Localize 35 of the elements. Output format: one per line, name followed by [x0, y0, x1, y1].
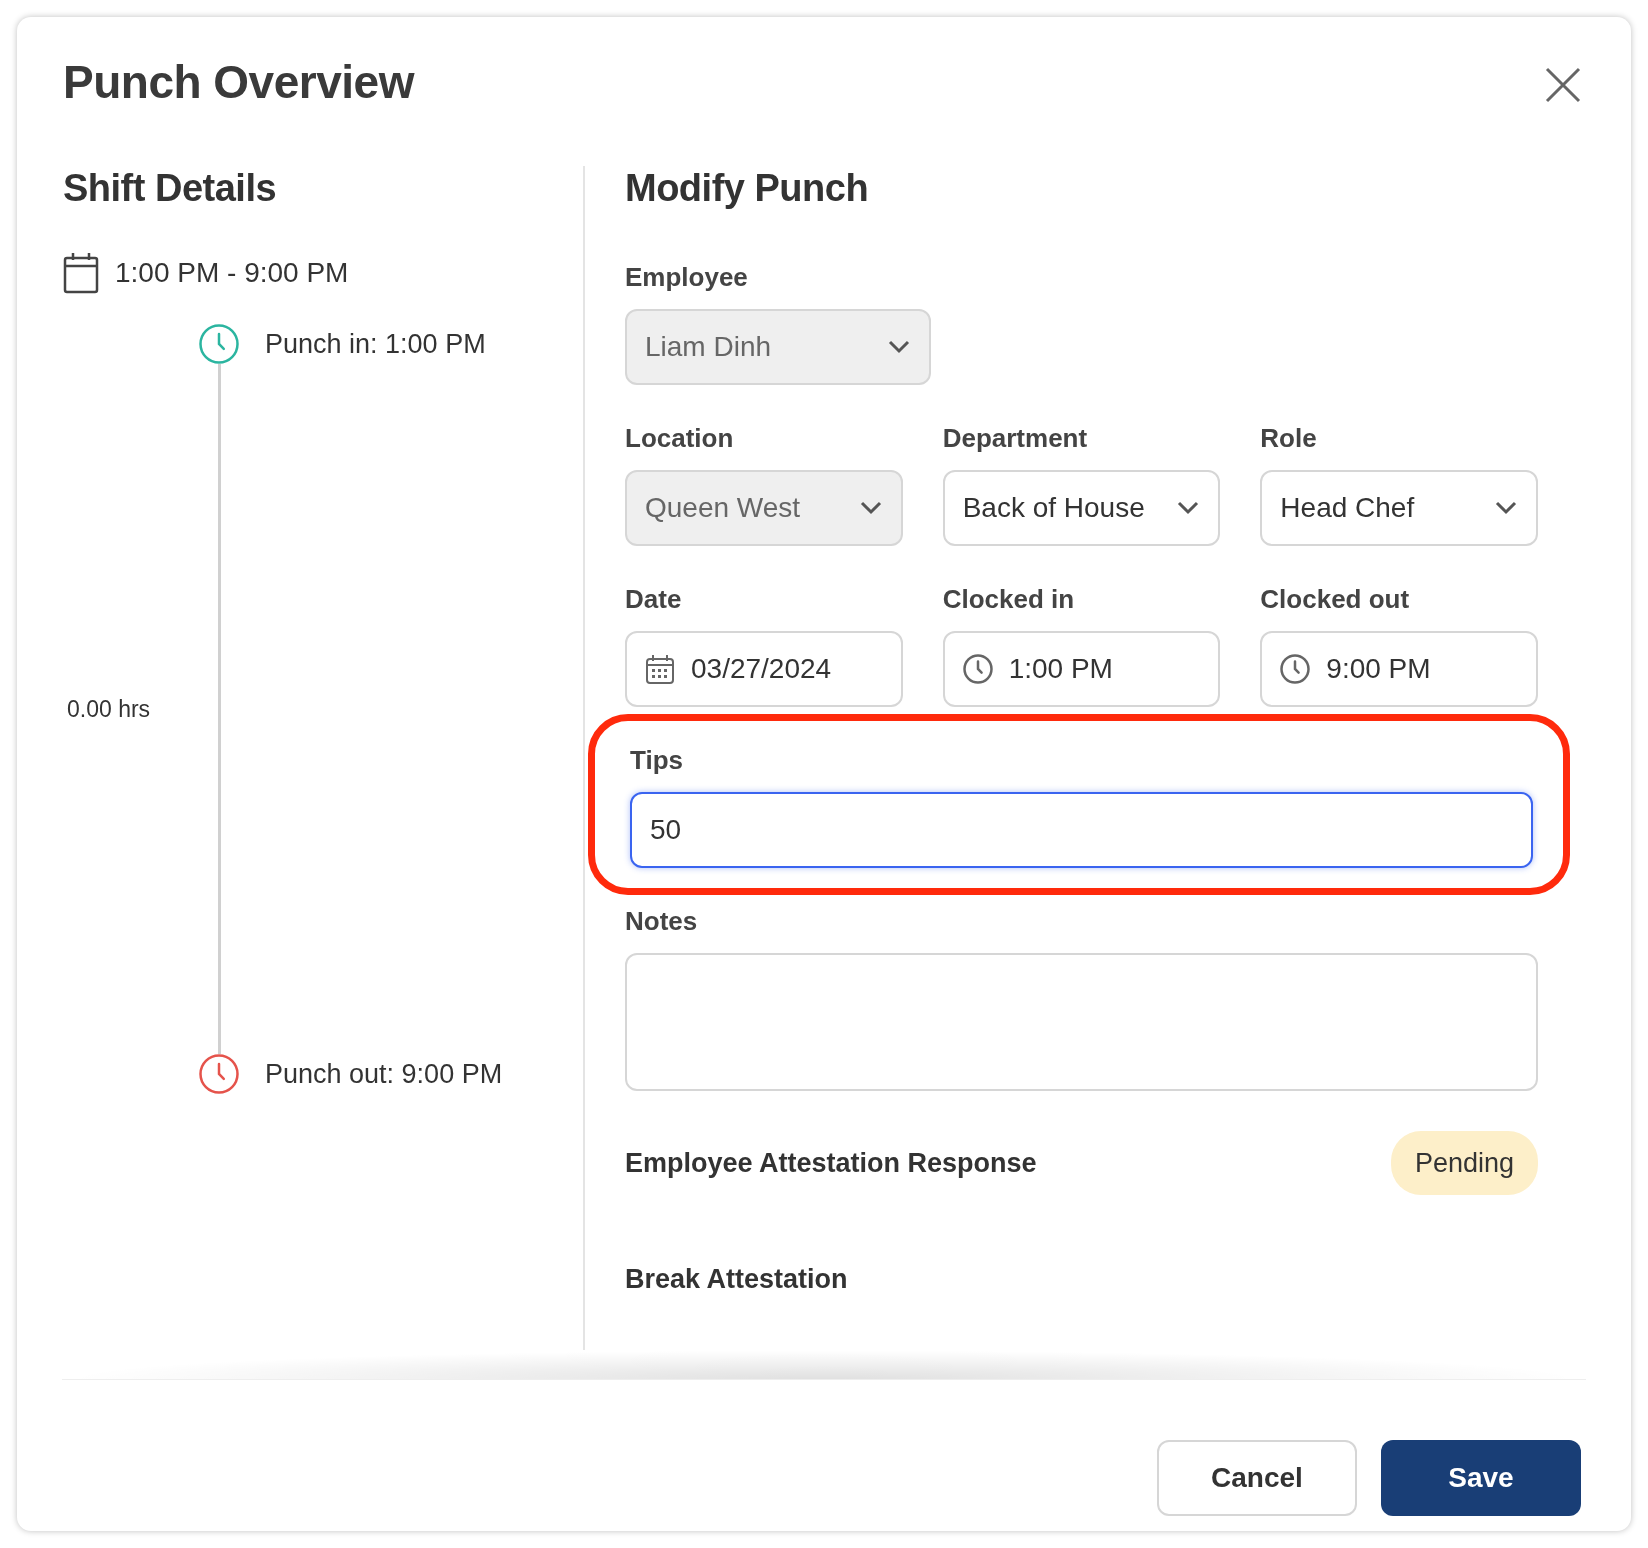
field-label: Notes: [625, 904, 699, 938]
calendar-icon: [645, 653, 675, 684]
field-label: Location: [625, 421, 735, 455]
clock-icon: [962, 653, 993, 684]
chevron-down-icon: [858, 500, 883, 516]
field-label: Employee: [625, 260, 749, 294]
section-label: Break Attestation: [625, 1263, 849, 1297]
field-label: Role: [1260, 421, 1318, 455]
field-label: Department: [942, 421, 1089, 455]
chevron-down-icon: [1494, 500, 1518, 516]
status-badge: Pending: [1390, 1130, 1538, 1196]
dialog-title: Punch Overview: [63, 55, 414, 110]
input-field[interactable]: 50: [630, 791, 1533, 868]
duration-text: 0.00 hrs: [67, 694, 151, 724]
shift-time: 1:00 PM - 9:00 PM: [115, 255, 349, 290]
dropdown[interactable]: Head Chef: [1260, 469, 1538, 546]
time-field[interactable]: 1:00 PM: [942, 630, 1221, 707]
field-label: Tips: [630, 743, 684, 777]
section-heading: Shift Details: [63, 166, 278, 212]
time-field[interactable]: 9:00 PM: [1260, 630, 1538, 707]
save-button[interactable]: Save: [1381, 1440, 1581, 1517]
section-heading: Modify Punch: [625, 166, 870, 212]
field-label: Clocked in: [942, 582, 1076, 616]
chevron-down-icon: [1176, 500, 1201, 516]
field-label: Date: [625, 582, 683, 616]
cancel-button[interactable]: Cancel: [1157, 1440, 1357, 1517]
dropdown[interactable]: Back of House: [942, 469, 1221, 546]
field-label: Clocked out: [1260, 582, 1411, 616]
attestation-label: Employee Attestation Response: [625, 1146, 1037, 1180]
date-field[interactable]: 03/27/2024: [625, 630, 903, 707]
clock-icon: [1280, 653, 1311, 684]
punch-time: Punch in: 1:00 PM: [265, 327, 487, 361]
calendar-icon: [63, 251, 99, 294]
punch-time: Punch out: 9:00 PM: [265, 1057, 503, 1091]
chevron-down-icon: [887, 339, 911, 355]
